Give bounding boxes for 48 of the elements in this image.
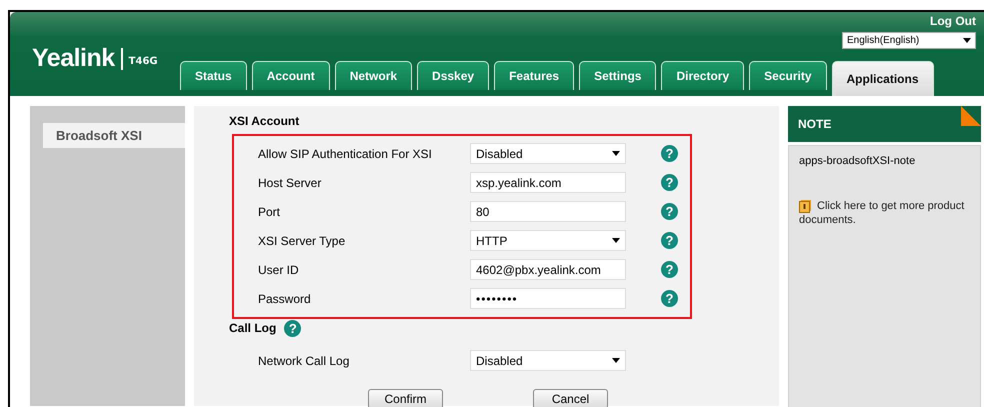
help-icon[interactable]: ? xyxy=(661,290,678,307)
nav-tab[interactable]: Dsskey xyxy=(417,61,490,90)
nav-tab[interactable]: Account xyxy=(252,61,330,90)
section-title: Call Log xyxy=(229,321,276,335)
field-label: XSI Server Type xyxy=(257,234,346,248)
field-label: User ID xyxy=(257,262,300,276)
input-field[interactable]: xsp.yealink.com xyxy=(470,172,626,193)
password-field[interactable]: •••••••• xyxy=(470,288,626,309)
dropdown[interactable]: Disabled xyxy=(470,350,626,371)
help-icon[interactable]: ? xyxy=(661,232,678,249)
help-icon[interactable]: ? xyxy=(661,174,678,191)
logo: Yealink xyxy=(32,44,115,73)
nav-tab[interactable]: Settings xyxy=(579,61,656,90)
language-select[interactable]: English(English) xyxy=(842,32,976,49)
nav-tab[interactable]: Applications xyxy=(832,61,934,96)
field-label: Port xyxy=(257,204,282,218)
dropdown[interactable]: HTTP xyxy=(470,230,626,251)
nav-tab[interactable]: Directory xyxy=(661,61,744,90)
field-label: Network Call Log xyxy=(257,354,350,368)
help-icon[interactable]: ? xyxy=(661,203,678,220)
caret-icon xyxy=(963,38,971,43)
field-label: Host Server xyxy=(257,176,322,190)
help-icon[interactable]: ? xyxy=(661,145,678,162)
document-icon xyxy=(799,200,811,213)
model-label: T46G xyxy=(128,56,158,67)
input-field[interactable]: 4602@pbx.yealink.com xyxy=(470,259,626,280)
nav-tab[interactable]: Status xyxy=(180,61,247,90)
field-label: Allow SIP Authentication For XSI xyxy=(257,146,433,160)
field-label: Password xyxy=(257,292,312,306)
caret-icon xyxy=(612,238,620,243)
section-title: XSI Account xyxy=(229,114,300,128)
input-field[interactable]: 80 xyxy=(470,201,626,222)
nav-tab[interactable]: Features xyxy=(494,61,574,90)
note-header: NOTE xyxy=(788,106,981,142)
help-icon[interactable]: ? xyxy=(661,261,678,278)
help-icon[interactable]: ? xyxy=(284,320,302,336)
corner-icon xyxy=(961,106,981,126)
caret-icon xyxy=(612,358,620,363)
form-button[interactable]: Cancel xyxy=(533,389,608,407)
caret-icon xyxy=(612,151,620,156)
note-text: apps-broadsoftXSI-note xyxy=(799,155,916,167)
nav-tab[interactable]: Network xyxy=(334,61,412,90)
form-button[interactable]: Confirm xyxy=(368,389,443,407)
nav-tab[interactable]: Security xyxy=(749,61,826,90)
dropdown[interactable]: Disabled xyxy=(470,143,626,164)
sidebar-item[interactable]: Broadsoft XSI xyxy=(43,123,185,148)
documents-link[interactable]: Click here to get more product documents. xyxy=(799,199,970,227)
logout-link[interactable]: Log Out xyxy=(930,14,976,28)
